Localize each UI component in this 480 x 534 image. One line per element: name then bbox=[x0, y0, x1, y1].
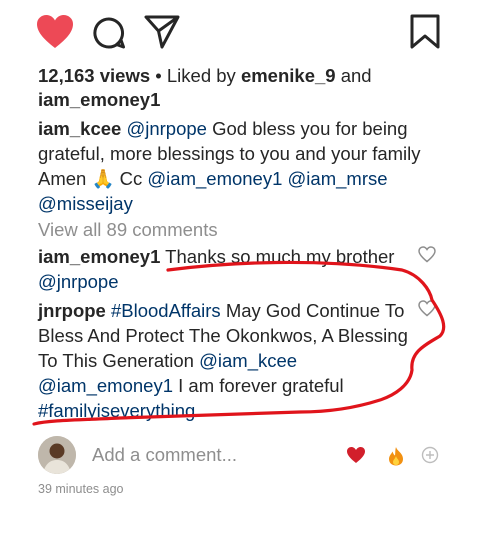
comment-username[interactable]: iam_emoney1 bbox=[38, 246, 160, 267]
fire-emoji-icon[interactable] bbox=[387, 446, 405, 466]
comment-text: Thanks so much my brother bbox=[160, 246, 395, 267]
comment-bubble-icon[interactable] bbox=[92, 16, 126, 50]
add-circle-icon[interactable] bbox=[421, 446, 439, 464]
heart-filled-icon[interactable] bbox=[36, 14, 74, 50]
pray-emoji: 🙏 bbox=[91, 168, 115, 189]
view-all-comments-link[interactable]: View all 89 comments bbox=[38, 218, 218, 242]
comment-mention[interactable]: @jnrpope bbox=[38, 271, 119, 292]
red-heart-emoji-icon[interactable] bbox=[346, 446, 366, 464]
comment-item: jnrpope #BloodAffairs May God Continue T… bbox=[38, 298, 418, 423]
avatar-photo bbox=[38, 436, 76, 474]
views-count[interactable]: 12,163 views bbox=[38, 65, 150, 86]
heart-outline-icon[interactable] bbox=[418, 246, 436, 263]
caption-text-cc: Cc bbox=[114, 168, 148, 189]
avatar[interactable] bbox=[38, 436, 76, 474]
caption-mention-jnrpope[interactable]: @jnrpope bbox=[126, 118, 207, 139]
comment-item: iam_emoney1 Thanks so much my brother @j… bbox=[38, 244, 428, 294]
comment-username[interactable]: jnrpope bbox=[38, 300, 106, 321]
liked-by-user[interactable]: emenike_9 bbox=[241, 65, 336, 86]
liked-by-prefix: • Liked by bbox=[150, 65, 241, 86]
caption-mention-iam-emoney1[interactable]: @iam_emoney1 bbox=[147, 168, 282, 189]
post-action-bar bbox=[36, 12, 440, 58]
liked-by-user-2[interactable]: iam_emoney1 bbox=[38, 89, 160, 110]
comment-mention[interactable]: @iam_kcee bbox=[199, 350, 297, 371]
add-comment-input[interactable]: Add a comment... bbox=[92, 444, 237, 466]
comment-hashtag[interactable]: #BloodAffairs bbox=[111, 300, 221, 321]
comment-hashtag[interactable]: #familyiseverything bbox=[38, 400, 195, 421]
caption-mention-misseijay[interactable]: @misseijay bbox=[38, 193, 133, 214]
caption-username[interactable]: iam_kcee bbox=[38, 118, 121, 139]
comment-mention[interactable]: @iam_emoney1 bbox=[38, 375, 173, 396]
add-comment-row: Add a comment... bbox=[38, 436, 442, 474]
post-caption: iam_kcee @jnrpope God bless you for bein… bbox=[38, 116, 450, 216]
liked-by-and: and bbox=[335, 65, 372, 86]
heart-outline-icon[interactable] bbox=[418, 300, 436, 317]
post-timestamp: 39 minutes ago bbox=[38, 482, 124, 496]
caption-mention-iam-mrse[interactable]: @iam_mrse bbox=[288, 168, 388, 189]
bookmark-icon[interactable] bbox=[410, 14, 440, 50]
paper-plane-icon[interactable] bbox=[144, 14, 180, 50]
views-liked-by: 12,163 views • Liked by emenike_9 and iam… bbox=[38, 64, 448, 112]
comment-text: I am forever grateful bbox=[172, 375, 344, 396]
